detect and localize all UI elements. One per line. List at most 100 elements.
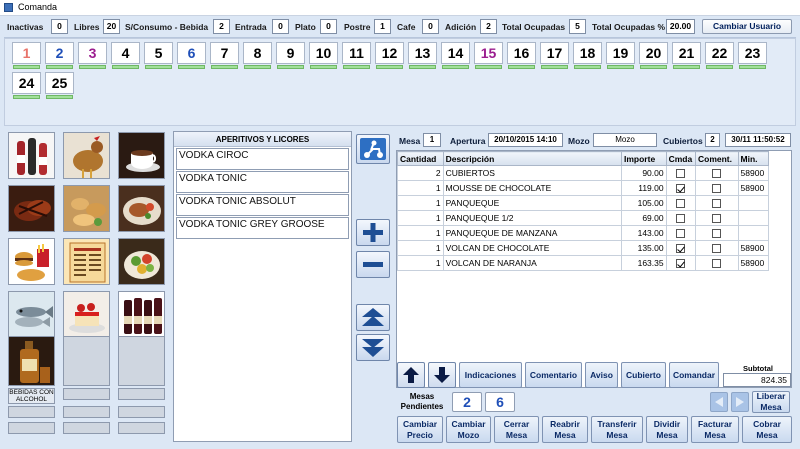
category-fish[interactable] <box>8 291 55 338</box>
scroll-top-button[interactable] <box>356 304 390 331</box>
column-header[interactable]: Coment. <box>694 151 739 166</box>
cmda-checkbox[interactable] <box>676 259 686 269</box>
order-row[interactable]: 1 MOUSSE DE CHOCOLATE 119.00 58900 <box>397 180 770 196</box>
category-bebidas-con-alcohol-label[interactable]: BEBIDAS CON ALCOHOL <box>8 388 55 404</box>
category-empty-slot <box>118 422 165 434</box>
cmda-checkbox[interactable] <box>676 244 686 254</box>
product-item[interactable]: VODKA TONIC GREY GROOSE <box>176 217 349 239</box>
table-button-13[interactable]: 13 <box>408 42 437 69</box>
coment-checkbox[interactable] <box>712 169 722 179</box>
order-row[interactable]: 1 VOLCAN DE NARANJA 163.35 58900 <box>397 255 770 271</box>
pending-next-button[interactable] <box>731 392 749 412</box>
cambiar-mozo-button[interactable]: Cambiar Mozo <box>446 416 491 443</box>
increase-quantity-button[interactable] <box>356 219 390 246</box>
table-button-7[interactable]: 7 <box>210 42 239 69</box>
table-button-25[interactable]: 25 <box>45 72 74 99</box>
table-button-2[interactable]: 2 <box>45 42 74 69</box>
table-button-22[interactable]: 22 <box>705 42 734 69</box>
cmda-checkbox[interactable] <box>676 229 686 239</box>
order-row[interactable]: 2 CUBIERTOS 90.00 58900 <box>397 165 770 181</box>
move-up-button[interactable] <box>397 362 425 388</box>
aviso-button[interactable]: Aviso <box>585 362 618 388</box>
table-button-24[interactable]: 24 <box>12 72 41 99</box>
column-header[interactable]: Importe <box>621 151 667 166</box>
product-item[interactable]: VODKA CIROC <box>176 148 349 170</box>
cmda-checkbox[interactable] <box>676 169 686 179</box>
table-button-17[interactable]: 17 <box>540 42 569 69</box>
inactivas-value: 0 <box>51 19 68 34</box>
reabrir-mesa-button[interactable]: Reabrir Mesa <box>542 416 588 443</box>
table-button-23[interactable]: 23 <box>738 42 767 69</box>
cambiar-precio-button[interactable]: Cambiar Precio <box>397 416 443 443</box>
table-button-12[interactable]: 12 <box>375 42 404 69</box>
category-poultry[interactable] <box>63 132 110 179</box>
table-button-18[interactable]: 18 <box>573 42 602 69</box>
pending-mesa-button[interactable]: 2 <box>452 392 482 412</box>
table-button-21[interactable]: 21 <box>672 42 701 69</box>
cambiar-usuario-button[interactable]: Cambiar Usuario <box>702 19 792 34</box>
pending-prev-button[interactable] <box>710 392 728 412</box>
indicaciones-button[interactable]: Indicaciones <box>459 362 522 388</box>
column-header[interactable]: Cmda <box>665 151 696 166</box>
category-coffee[interactable] <box>118 132 165 179</box>
cubierto-button[interactable]: Cubierto <box>621 362 666 388</box>
category-desserts[interactable] <box>63 291 110 338</box>
coment-checkbox[interactable] <box>712 199 722 209</box>
scroll-bottom-button[interactable] <box>356 334 390 361</box>
table-button-19[interactable]: 19 <box>606 42 635 69</box>
cmda-checkbox[interactable] <box>676 184 686 194</box>
coment-checkbox[interactable] <box>712 244 722 254</box>
column-header[interactable]: Min. <box>737 151 770 166</box>
cmda-checkbox[interactable] <box>676 214 686 224</box>
category-snacks[interactable] <box>63 185 110 232</box>
table-button-3[interactable]: 3 <box>78 42 107 69</box>
transferir-mesa-button[interactable]: Transferir Mesa <box>591 416 643 443</box>
comandar-button[interactable]: Comandar <box>669 362 719 388</box>
order-row[interactable]: 1 PANQUEQUE 105.00 <box>397 195 770 211</box>
table-button-20[interactable]: 20 <box>639 42 668 69</box>
table-button-9[interactable]: 9 <box>276 42 305 69</box>
category-fast-food[interactable] <box>8 238 55 285</box>
cell-importe: 143.00 <box>621 225 667 241</box>
category-beverages-bottles[interactable] <box>8 132 55 179</box>
category-grill[interactable] <box>8 185 55 232</box>
table-button-1[interactable]: 1 <box>12 42 41 69</box>
category-wines[interactable] <box>118 291 165 338</box>
table-button-16[interactable]: 16 <box>507 42 536 69</box>
category-spirits[interactable] <box>8 336 55 386</box>
column-header[interactable]: Descripción <box>442 151 623 166</box>
column-header[interactable]: Cantidad <box>397 151 444 166</box>
table-button-8[interactable]: 8 <box>243 42 272 69</box>
table-button-10[interactable]: 10 <box>309 42 338 69</box>
facturar-mesa-button[interactable]: Facturar Mesa <box>691 416 739 443</box>
order-row[interactable]: 1 VOLCAN DE CHOCOLATE 135.00 58900 <box>397 240 770 256</box>
pending-mesa-button[interactable]: 6 <box>485 392 515 412</box>
product-item[interactable]: VODKA TONIC <box>176 171 349 193</box>
coment-checkbox[interactable] <box>712 214 722 224</box>
category-menu[interactable] <box>63 238 110 285</box>
cerrar-mesa-button[interactable]: Cerrar Mesa <box>494 416 539 443</box>
table-button-4[interactable]: 4 <box>111 42 140 69</box>
order-row[interactable]: 1 PANQUEQUE DE MANZANA 143.00 <box>397 225 770 241</box>
cobrar-mesa-button[interactable]: Cobrar Mesa <box>742 416 792 443</box>
liberar-mesa-button[interactable]: Liberar Mesa <box>752 391 790 413</box>
cmda-checkbox[interactable] <box>676 199 686 209</box>
table-button-15[interactable]: 15 <box>474 42 503 69</box>
move-down-button[interactable] <box>428 362 456 388</box>
table-button-14[interactable]: 14 <box>441 42 470 69</box>
coment-checkbox[interactable] <box>712 259 722 269</box>
order-row[interactable]: 1 PANQUEQUE 1/2 69.00 <box>397 210 770 226</box>
category-main-dishes[interactable] <box>118 185 165 232</box>
product-item[interactable]: VODKA TONIC ABSOLUT <box>176 194 349 216</box>
coment-checkbox[interactable] <box>712 229 722 239</box>
coment-checkbox[interactable] <box>712 184 722 194</box>
category-salads[interactable] <box>118 238 165 285</box>
decrease-quantity-button[interactable] <box>356 251 390 278</box>
delivery-button[interactable] <box>356 134 390 164</box>
table-button-6[interactable]: 6 <box>177 42 206 69</box>
table-button-11[interactable]: 11 <box>342 42 371 69</box>
dividir-mesa-button[interactable]: Dividir Mesa <box>646 416 688 443</box>
comentario-button[interactable]: Comentario <box>525 362 582 388</box>
table-button-5[interactable]: 5 <box>144 42 173 69</box>
cell-cantidad: 1 <box>397 180 444 196</box>
